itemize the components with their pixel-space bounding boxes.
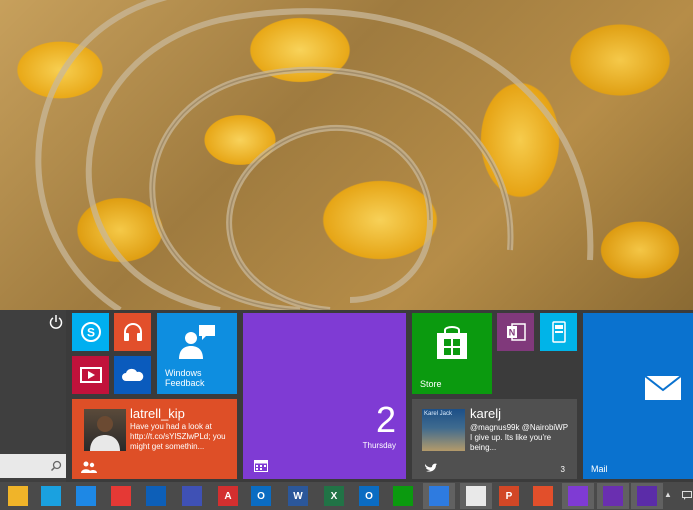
taskbar-button[interactable]: O: [245, 483, 277, 509]
calculator-icon: [182, 486, 202, 506]
calendar-icon: [254, 460, 268, 472]
tile-music[interactable]: [114, 313, 151, 351]
powerpoint-icon: P: [499, 486, 519, 506]
video-icon: [79, 367, 102, 383]
twitter-text: @magnus99k @NairobiWP I give up. Its lik…: [470, 423, 568, 452]
taskbar-button[interactable]: [140, 483, 172, 509]
taskbar-button[interactable]: [176, 483, 208, 509]
people-icon: [81, 461, 97, 473]
taskbar-button[interactable]: X: [318, 483, 350, 509]
taskbar-button[interactable]: W: [282, 483, 314, 509]
twitter-bird-icon: [425, 463, 437, 472]
tile-onenote[interactable]: N: [497, 313, 534, 351]
twitter-count-badge: 3: [560, 465, 565, 474]
skype-icon: S: [80, 322, 101, 342]
chrome-icon: [111, 486, 131, 506]
internet-explorer-icon: [76, 486, 96, 506]
twitter-image: Karel Jack: [422, 409, 465, 451]
app-icon: [146, 486, 166, 506]
svg-text:N: N: [508, 328, 515, 338]
taskbar-button[interactable]: [562, 483, 594, 509]
twitter-name: karelj: [470, 406, 502, 421]
action-center-icon[interactable]: [682, 491, 692, 500]
calendar-day-name: Thursday: [362, 441, 396, 450]
onenote-icon: N: [506, 323, 526, 341]
pdf-icon: A: [218, 486, 238, 506]
taskbar-button[interactable]: [423, 483, 455, 509]
tile-mail[interactable]: Mail: [583, 313, 693, 479]
cloud-icon: [121, 368, 143, 381]
taskbar-button[interactable]: P: [493, 483, 525, 509]
people-text: Have you had a look at http://t.co/sYlSZ…: [130, 422, 226, 451]
taskbar-button[interactable]: A: [212, 483, 244, 509]
tile-twitter[interactable]: Karel Jack karelj @magnus99k @NairobiWP …: [412, 399, 577, 479]
feedback-label-line1: Windows: [165, 368, 202, 378]
file-explorer-icon: [8, 486, 28, 506]
taskbar-button[interactable]: [631, 483, 663, 509]
tile-label-store: Store: [420, 379, 442, 389]
taskbar-button[interactable]: [70, 483, 102, 509]
store-bag-icon: [437, 326, 467, 359]
phone-icon: [551, 321, 566, 343]
feedback-icon: [179, 325, 215, 359]
svg-text:S: S: [86, 326, 94, 340]
gear-icon: [637, 486, 657, 506]
taskbar-button[interactable]: [460, 483, 492, 509]
music-icon: [533, 486, 553, 506]
settings-icon: [41, 486, 61, 506]
start-left-panel: [0, 310, 66, 482]
people-icon: [466, 486, 486, 506]
tile-windows-feedback[interactable]: Windows Feedback: [157, 313, 237, 394]
mail-icon: [644, 375, 682, 400]
tile-video[interactable]: [72, 356, 109, 394]
search-icon[interactable]: [50, 460, 62, 472]
tile-label-mail: Mail: [591, 464, 608, 474]
weather-icon: [429, 486, 449, 506]
tile-skype[interactable]: S: [72, 313, 109, 351]
lync-icon: O: [359, 486, 379, 506]
taskbar-button[interactable]: [105, 483, 137, 509]
desktop-wallpaper: [0, 0, 693, 310]
people-name: latrell_kip: [130, 406, 185, 421]
twitter-image-label: Karel Jack: [424, 411, 453, 417]
calendar-date-number: 2: [375, 399, 396, 440]
wallpaper-basket-illustration: [35, 0, 594, 310]
headphones-icon: [123, 323, 142, 341]
feedback-label-line2: Feedback: [165, 378, 205, 388]
calendar-icon: [568, 486, 588, 506]
people-avatar: [84, 409, 126, 451]
search-icon: [603, 486, 623, 506]
start-menu: S Windows Feedback latrell_kip Have you …: [0, 310, 693, 482]
word-icon: W: [288, 486, 308, 506]
outlook-icon: O: [251, 486, 271, 506]
tile-onedrive[interactable]: [114, 356, 151, 394]
taskbar-button[interactable]: [35, 483, 67, 509]
tile-label-feedback: Windows Feedback: [165, 368, 205, 388]
tile-people[interactable]: latrell_kip Have you had a look at http:…: [72, 399, 237, 479]
taskbar-button[interactable]: [387, 483, 419, 509]
power-icon[interactable]: [49, 314, 63, 330]
taskbar-button[interactable]: [597, 483, 629, 509]
search-input[interactable]: [0, 454, 66, 478]
tile-calendar[interactable]: 2 Thursday: [243, 313, 406, 479]
show-hidden-icons-chevron[interactable]: ▲: [664, 490, 672, 499]
taskbar: ▲ AOWXOP: [0, 482, 693, 510]
tile-store[interactable]: Store: [412, 313, 492, 394]
store-icon: [393, 486, 413, 506]
taskbar-button[interactable]: [527, 483, 559, 509]
excel-icon: X: [324, 486, 344, 506]
taskbar-button[interactable]: O: [353, 483, 385, 509]
taskbar-button[interactable]: [2, 483, 34, 509]
tile-phone-companion[interactable]: [540, 313, 577, 351]
